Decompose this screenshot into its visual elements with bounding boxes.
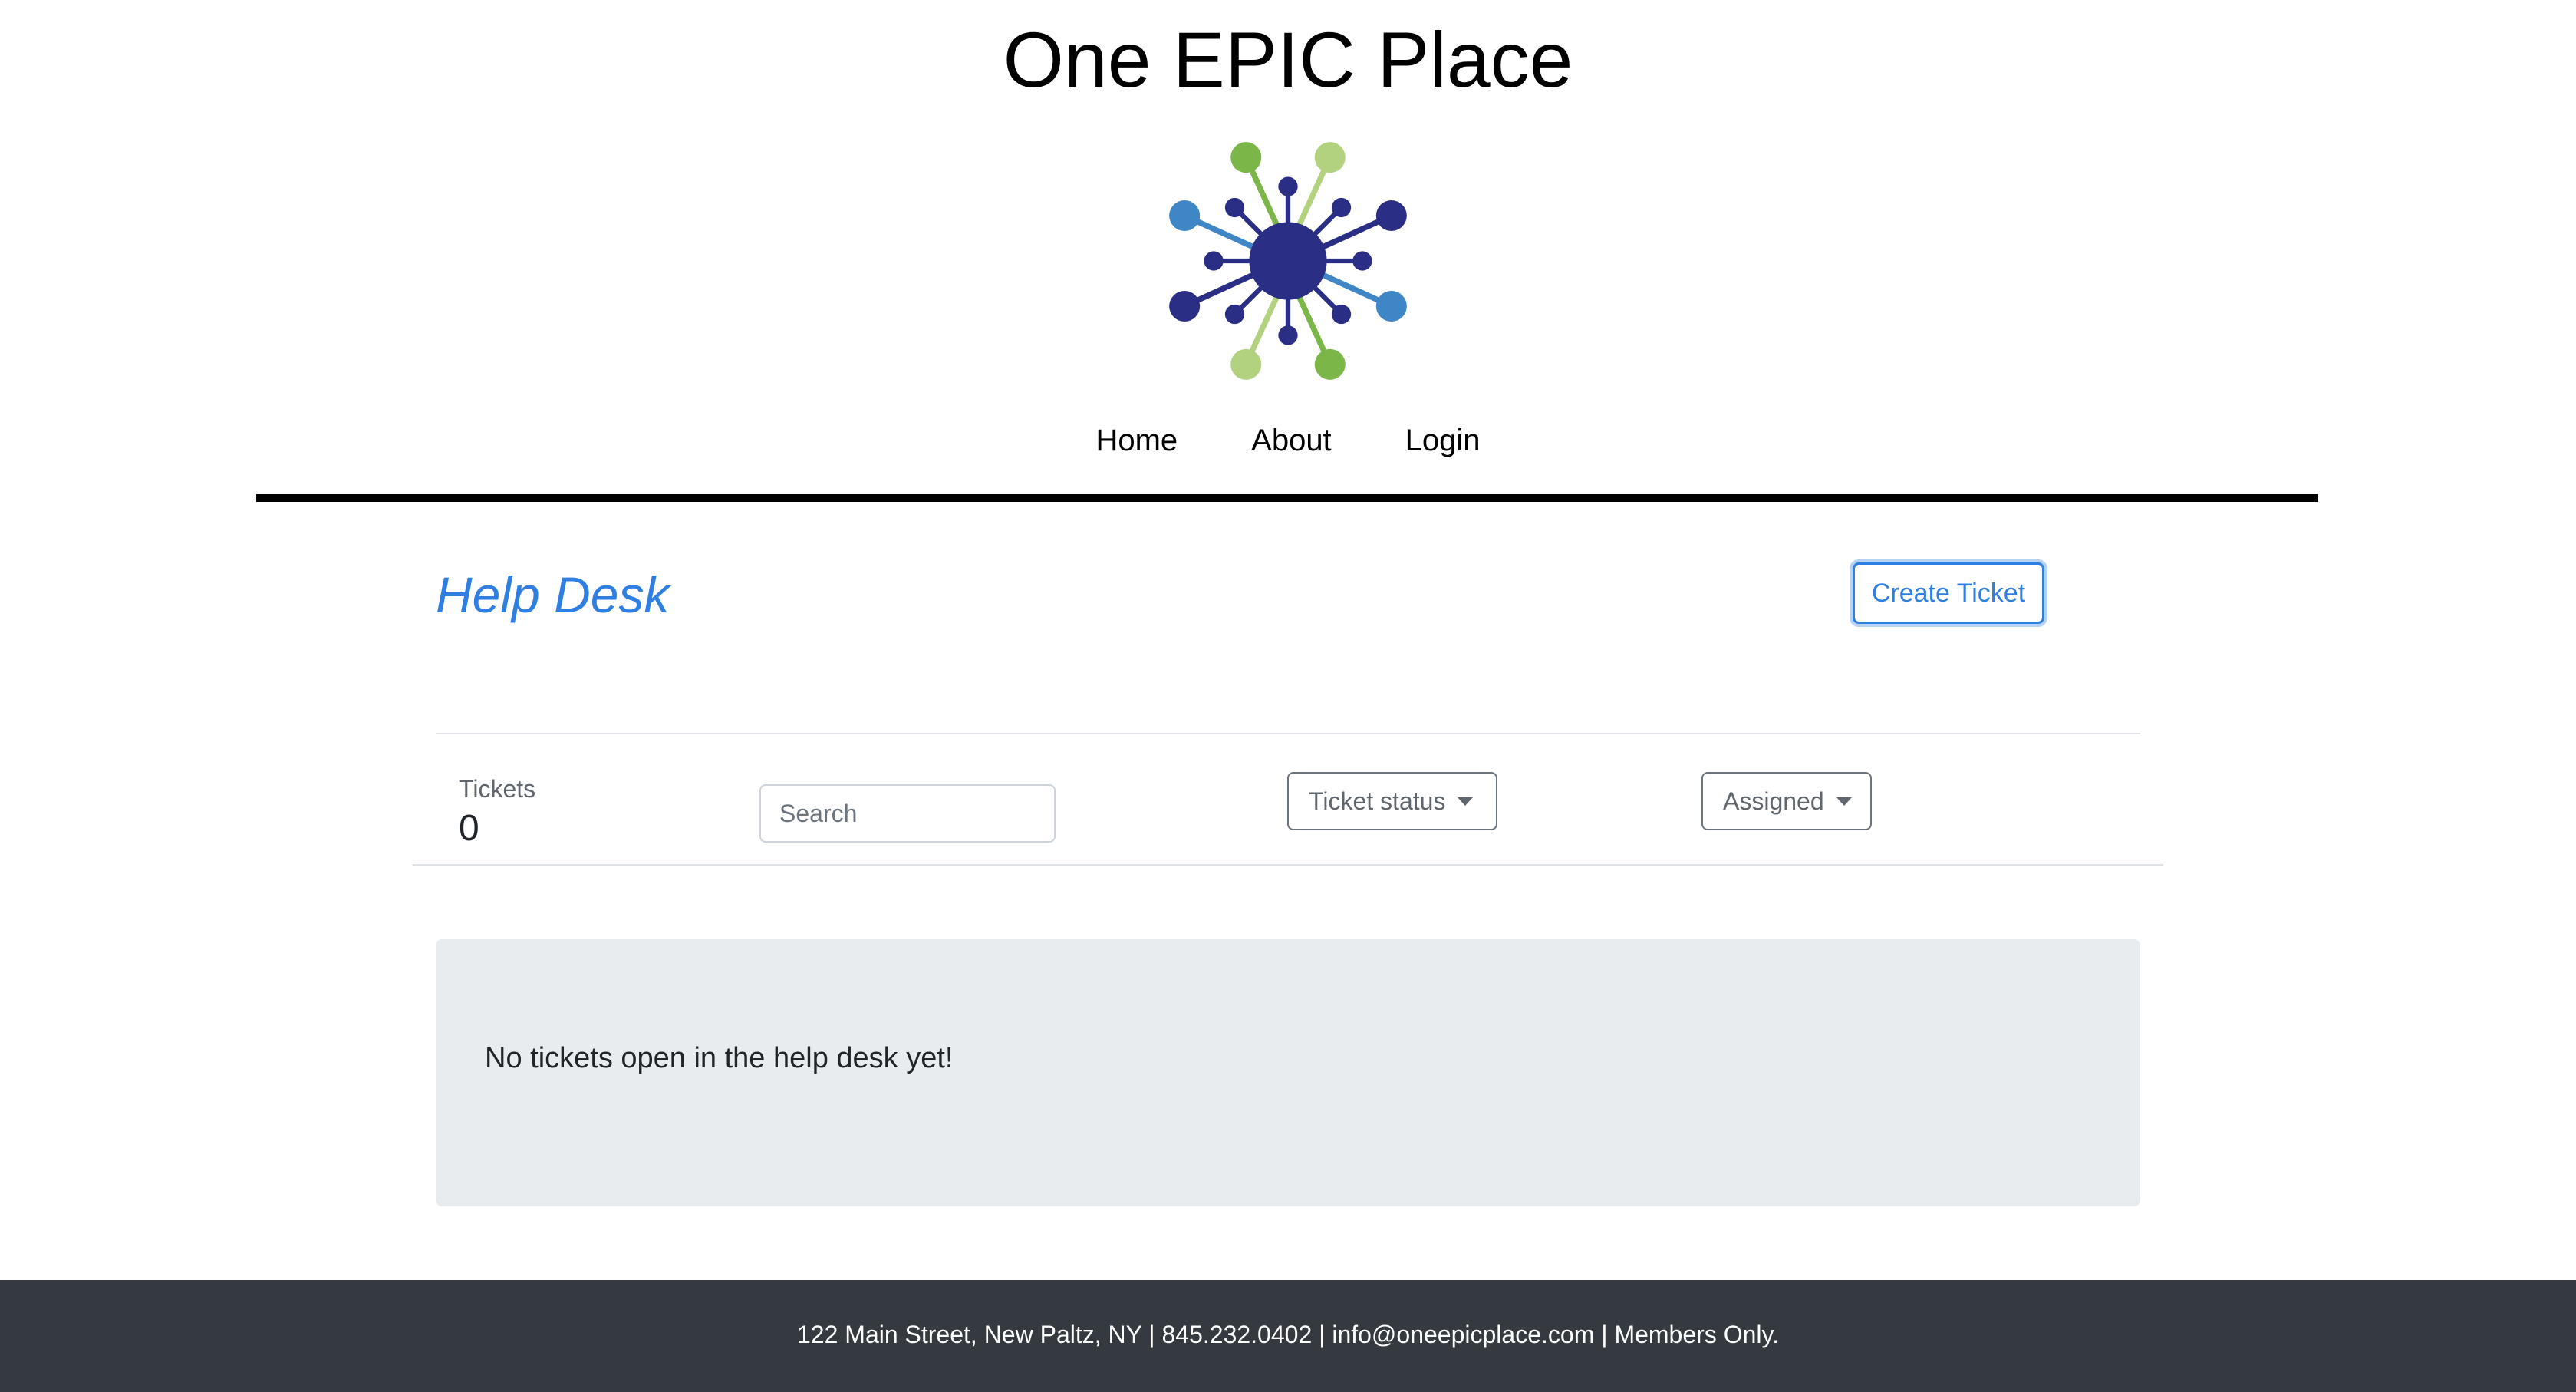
- nav-login-link[interactable]: Login: [1405, 417, 1481, 463]
- ticket-status-label: Ticket status: [1309, 787, 1446, 815]
- site-title: One EPIC Place: [1003, 16, 1573, 104]
- create-ticket-button[interactable]: Create Ticket: [1853, 562, 2044, 624]
- epic-logo: [1169, 142, 1407, 380]
- empty-state-message: No tickets open in the help desk yet!: [485, 1042, 954, 1074]
- page: One EPIC Place Home About Login Help Des…: [0, 0, 2576, 1392]
- search-input[interactable]: [759, 784, 1056, 843]
- tickets-count: 0: [459, 808, 479, 849]
- tickets-label: Tickets: [459, 775, 536, 803]
- nav-home-link[interactable]: Home: [1095, 417, 1178, 463]
- header-divider: [256, 494, 2318, 502]
- caret-down-icon: [1458, 797, 1474, 806]
- caret-down-icon: [1836, 797, 1852, 806]
- toolbar-divider-bottom: [413, 864, 2163, 866]
- main-nav: Home About Login: [0, 417, 2576, 463]
- assigned-dropdown[interactable]: Assigned: [1701, 772, 1872, 830]
- toolbar-divider-top: [436, 733, 2140, 734]
- footer-contact-text: 122 Main Street, New Paltz, NY | 845.232…: [797, 1321, 1779, 1348]
- page-title: Help Desk: [436, 566, 670, 623]
- nav-about-link[interactable]: About: [1251, 417, 1332, 463]
- assigned-label: Assigned: [1723, 787, 1824, 815]
- empty-state-panel: No tickets open in the help desk yet!: [436, 939, 2140, 1206]
- ticket-status-dropdown[interactable]: Ticket status: [1287, 772, 1497, 830]
- footer: 122 Main Street, New Paltz, NY | 845.232…: [0, 1280, 2576, 1392]
